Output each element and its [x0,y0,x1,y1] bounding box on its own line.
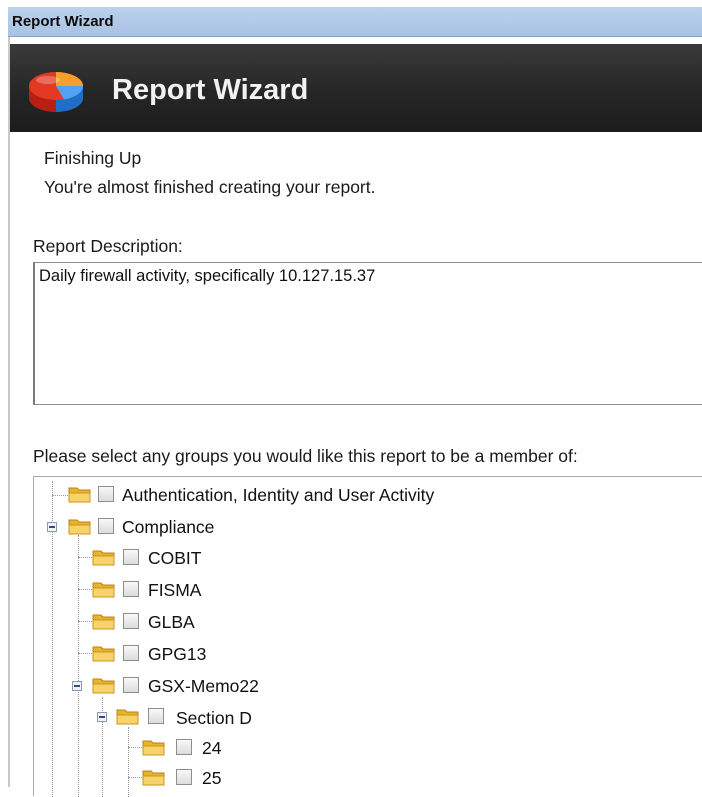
folder-icon [92,678,115,694]
tree-item-label: GPG13 [148,644,207,664]
group-checkbox[interactable] [123,677,139,693]
collapse-toggle-icon[interactable] [72,681,82,691]
wizard-title: Report Wizard [112,74,309,106]
group-checkbox[interactable] [123,581,139,597]
group-checkbox[interactable] [98,486,114,502]
group-checkbox[interactable] [123,613,139,629]
description-label: Report Description: [33,236,183,256]
folder-icon [142,770,165,786]
collapse-toggle-icon[interactable] [47,522,57,532]
window-left-border [8,37,10,787]
tree-item-label: Compliance [122,517,215,537]
tree-item-label: 24 [202,738,222,758]
tree-item-label: Section D [176,708,252,728]
group-checkbox[interactable] [176,739,192,755]
tree-item-label: 25 [202,768,222,788]
window-title: Report Wizard [12,13,114,30]
pie-chart-icon [29,72,84,112]
folder-icon [92,550,115,566]
group-checkbox[interactable] [123,645,139,661]
step-title: Finishing Up [44,148,142,168]
folder-icon [92,582,115,598]
folder-icon [142,740,165,756]
tree-item-label: GLBA [148,612,195,632]
tree-item-label: Authentication, Identity and User Activi… [122,485,435,505]
tree-item-label: GSX-Memo22 [148,676,259,696]
description-textarea[interactable]: Daily firewall activity, specifically 10… [33,262,702,405]
group-checkbox[interactable] [148,708,164,724]
groups-prompt: Please select any groups you would like … [33,446,578,466]
step-subtitle: You're almost finished creating your rep… [44,177,376,197]
folder-icon [68,519,91,535]
collapse-toggle-icon[interactable] [97,712,107,722]
folder-icon [92,646,115,662]
window-title-bar: Report Wizard [8,7,702,37]
group-checkbox[interactable] [98,518,114,534]
tree-item-label: FISMA [148,580,202,600]
group-checkbox[interactable] [176,769,192,785]
description-value[interactable]: Daily firewall activity, specifically 10… [39,267,375,286]
folder-icon [116,709,139,725]
group-checkbox[interactable] [123,549,139,565]
folder-icon [68,487,91,503]
tree-item-label: COBIT [148,548,202,568]
folder-icon [92,614,115,630]
groups-tree[interactable]: Authentication, Identity and User Activi… [33,476,702,797]
wizard-header: Report Wizard [10,44,702,132]
